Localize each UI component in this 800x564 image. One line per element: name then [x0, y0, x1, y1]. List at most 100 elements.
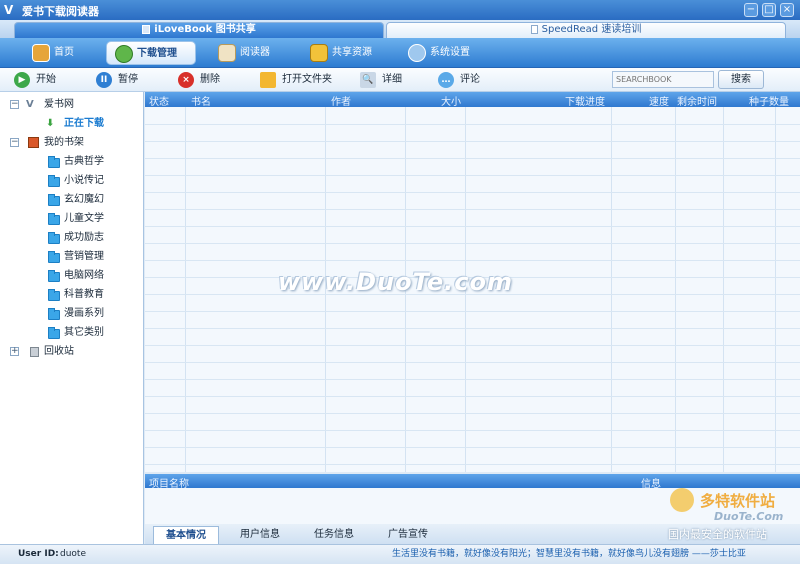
maximize-button[interactable]: □ [762, 3, 776, 17]
nav-home-label: 首页 [54, 47, 74, 58]
grid-row-line [145, 226, 800, 227]
tree-bookshelf-label: 我的书架 [44, 137, 84, 148]
search-input[interactable] [612, 71, 714, 88]
folder-icon [48, 156, 60, 168]
grid-row-line [145, 328, 800, 329]
book-icon [142, 24, 151, 34]
col-author[interactable]: 作者 [331, 93, 351, 108]
tree-category-item[interactable]: 玄幻魔幻 [10, 191, 140, 209]
delete-icon: × [178, 72, 194, 88]
grid-row-line [145, 158, 800, 159]
grid-row-line [145, 209, 800, 210]
tree-category-item[interactable]: 其它类别 [10, 324, 140, 342]
reader-icon [218, 44, 236, 62]
tree-category-item[interactable]: 电脑网络 [10, 267, 140, 285]
col-remaining[interactable]: 剩余时间 [677, 93, 717, 108]
app-logo-icon: V [4, 3, 14, 17]
collapse-toggle-icon[interactable]: − [10, 100, 19, 109]
nav-home[interactable]: 首页 [24, 41, 94, 65]
bookshelf-icon [28, 137, 39, 148]
search-button[interactable]: 搜索 [718, 70, 764, 89]
grid-row-line [145, 362, 800, 363]
grid-row-line [145, 192, 800, 193]
tree-category-item[interactable]: 营销管理 [10, 248, 140, 266]
grid-column-line [675, 107, 676, 472]
grid-row-line [145, 413, 800, 414]
folder-icon [48, 232, 60, 244]
expand-toggle-icon[interactable]: + [10, 347, 19, 356]
folder-icon [48, 327, 60, 339]
comment-button[interactable]: … 评论 [438, 71, 498, 89]
start-button[interactable]: ▶ 开始 [14, 71, 74, 89]
tab-basic-info[interactable]: 基本情况 [153, 526, 219, 544]
col-progress[interactable]: 下载进度 [565, 93, 605, 108]
status-quote: 生活里没有书籍，就好像没有阳光；智慧里没有书籍，就好像鸟儿没有翅膀 ——莎士比亚 [392, 549, 746, 559]
folder-icon [260, 72, 276, 88]
trash-icon [30, 347, 39, 357]
close-button[interactable]: × [780, 3, 794, 17]
tree-category-label: 其它类别 [64, 327, 104, 338]
tree-node-root[interactable]: − V 爱书网 [10, 96, 140, 114]
grid-row-line [145, 260, 800, 261]
col-size[interactable]: 大小 [441, 93, 461, 108]
settings-icon [408, 44, 426, 62]
open-folder-button[interactable]: 打开文件夹 [260, 71, 350, 89]
folder-icon [48, 213, 60, 225]
mascot-icon [670, 488, 694, 512]
tab-advertising[interactable]: 广告宣传 [375, 526, 441, 544]
grid-row-line [145, 430, 800, 431]
grid-row-line [145, 379, 800, 380]
tree-recycle-label: 回收站 [44, 346, 74, 357]
tree-category-item[interactable]: 成功励志 [10, 229, 140, 247]
minimize-button[interactable]: − [744, 3, 758, 17]
pause-label: 暂停 [118, 74, 138, 85]
download-arrow-icon: ⬇ [46, 118, 55, 129]
tree-node-recycle[interactable]: + 回收站 [10, 343, 140, 361]
tree-category-item[interactable]: 科普教育 [10, 286, 140, 304]
nav-settings[interactable]: 系统设置 [400, 41, 490, 65]
delete-label: 删除 [200, 74, 220, 85]
brand-url: DuoTe.Com [714, 510, 784, 523]
tree-category-item[interactable]: 儿童文学 [10, 210, 140, 228]
nav-shared-resources-label: 共享资源 [332, 47, 372, 58]
tab-task-info[interactable]: 任务信息 [301, 526, 367, 544]
tree-category-item[interactable]: 小说传记 [10, 172, 140, 190]
tree-category-item[interactable]: 古典哲学 [10, 153, 140, 171]
grid-row-line [145, 447, 800, 448]
grid-row-line [145, 141, 800, 142]
shared-resources-icon [310, 44, 328, 62]
site-logo-icon: V [26, 99, 34, 110]
tree-category-item[interactable]: 漫画系列 [10, 305, 140, 323]
home-icon [32, 44, 50, 62]
start-label: 开始 [36, 74, 56, 85]
tree-root-label: 爱书网 [44, 99, 74, 110]
details-button[interactable]: 🔍 详细 [360, 71, 420, 89]
tab-speedread-label: SpeedRead 速读培训 [541, 24, 642, 35]
col-seeds[interactable]: 种子数量 [749, 93, 789, 108]
pause-button[interactable]: II 暂停 [96, 71, 156, 89]
tree-node-downloading[interactable]: ⬇ 正在下载 [10, 115, 140, 133]
col-title[interactable]: 书名 [191, 93, 211, 108]
col-status[interactable]: 状态 [149, 93, 169, 108]
folder-icon [48, 194, 60, 206]
tab-ilovebook[interactable]: iLoveBook 图书共享 [14, 22, 384, 38]
grid-row-line [145, 464, 800, 465]
tree-node-bookshelf[interactable]: − 我的书架 [10, 134, 140, 152]
tab-speedread[interactable]: SpeedRead 速读培训 [386, 22, 786, 38]
nav-reader[interactable]: 阅读器 [210, 41, 290, 65]
download-manager-icon [115, 45, 133, 63]
nav-shared-resources[interactable]: 共享资源 [302, 41, 392, 65]
collapse-toggle-icon[interactable]: − [10, 138, 19, 147]
grid-row-line [145, 124, 800, 125]
category-tree: − V 爱书网 ⬇ 正在下载 − 我的书架 古典哲学 小说传记 玄幻魔幻 儿童文… [0, 92, 144, 544]
tree-category-label: 古典哲学 [64, 156, 104, 167]
grid-row-line [145, 345, 800, 346]
tree-category-label: 儿童文学 [64, 213, 104, 224]
tab-user-info[interactable]: 用户信息 [227, 526, 293, 544]
pause-icon: II [96, 72, 112, 88]
col-speed[interactable]: 速度 [649, 93, 669, 108]
delete-button[interactable]: × 删除 [178, 71, 238, 89]
nav-download-manager[interactable]: 下载管理 [106, 41, 196, 65]
tree-category-label: 漫画系列 [64, 308, 104, 319]
status-bar: User ID: duote 生活里没有书籍，就好像没有阳光；智慧里没有书籍，就… [0, 544, 800, 564]
